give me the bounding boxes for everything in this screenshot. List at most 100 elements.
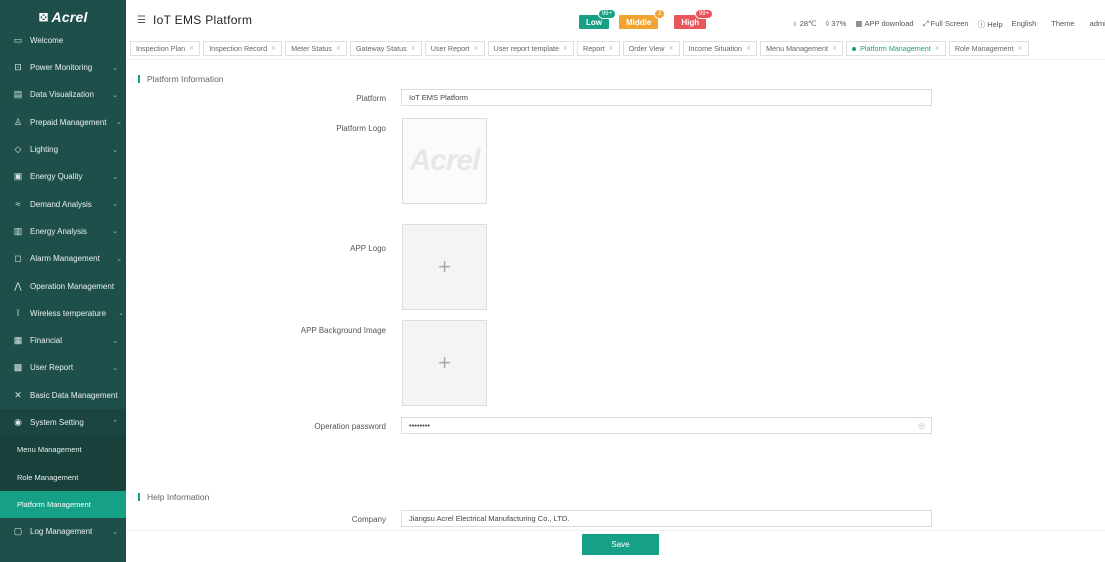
app-logo-upload[interactable]: + [402,224,487,310]
section-marker [138,493,140,501]
sidebar-item-label: Data Visualization [30,90,94,100]
chevron-down-icon: ⌄ [112,528,118,536]
tab-label: Meter Status [291,44,332,53]
close-icon[interactable]: ✕ [336,45,341,52]
close-icon[interactable]: ✕ [189,45,194,52]
tab-gateway-status[interactable]: Gateway Status ✕ [349,41,422,56]
sidebar-item-label: System Setting [30,418,84,427]
trend-icon: ≈ [15,199,21,210]
tab-label: User report template [493,44,560,53]
sidebar-item-system-setting[interactable]: ◉ System Setting ⌃ [0,408,126,437]
chevron-down-icon: ⌄ [112,337,118,345]
sidebar-item-wireless-temperature[interactable]: ǐ Wireless temperature ⌄ [0,300,126,327]
tab-inspection-plan[interactable]: Inspection Plan ✕ [130,41,201,56]
theme-button[interactable]: Theme [1051,19,1074,30]
sidebar-item-demand-analysis[interactable]: ≈ Demand Analysis ⌄ [0,190,126,217]
eye-icon[interactable]: ◎ [918,421,925,430]
sidebar-item-power-monitoring[interactable]: ⊡ Power Monitoring ⌄ [0,54,126,81]
sidebar-subitem-label: Platform Management [17,499,91,509]
tab-income-situation[interactable]: Income Situation ✕ [682,41,758,56]
menu-toggle-icon[interactable]: ☰ [137,15,146,26]
sidebar: ⊠ Acrel ▭ Welcome ⊡ Power Monitoring ⌄ ▤… [0,0,126,562]
log-icon: ▢ [13,526,23,537]
tab-user-report[interactable]: User Report ✕ [424,41,485,56]
sidebar-subitem-role-management[interactable]: Role Management [0,463,126,491]
app-download-label: APP download [864,19,914,28]
sidebar-subitem-platform-management[interactable]: Platform Management [0,490,126,519]
sidebar-item-data-visualization[interactable]: ▤ Data Visualization ⌄ [0,81,126,108]
user-menu[interactable]: administrator [1090,19,1105,30]
platform-name-input[interactable]: IoT EMS Platform [401,89,932,106]
close-icon[interactable]: ✕ [935,45,940,52]
alarm-high-badge[interactable]: High 99+ [674,9,714,29]
tab-label: Gateway Status [355,44,407,53]
language-select[interactable]: English [1012,19,1037,30]
tab-meter-status[interactable]: Meter Status ✕ [285,41,347,56]
alarm-middle-badge[interactable]: Middle 3 [619,9,666,29]
temperature-readout: ♁ 28℃ [792,19,816,30]
app-download-link[interactable]: ▦ APP download [855,19,913,30]
tab-user-report-template[interactable]: User report template ✕ [487,41,575,56]
sidebar-item-energy-quality[interactable]: ▣ Energy Quality ⌄ [0,163,126,190]
sidebar-subitem-menu-management[interactable]: Menu Management [0,436,126,464]
settings-icon: ◉ [14,417,22,427]
brand-logo[interactable]: ⊠ Acrel [0,0,126,33]
close-icon[interactable]: ✕ [1018,45,1023,52]
close-icon[interactable]: ✕ [411,45,416,52]
sidebar-item-prepaid-management[interactable]: ♙ Prepaid Management ⌄ [0,109,126,136]
alarm-low-badge[interactable]: Low 99+ [579,9,616,29]
close-icon[interactable]: ✕ [563,45,568,52]
tab-platform-management[interactable]: Platform Management ✕ [846,41,946,56]
close-icon[interactable]: ✕ [609,45,614,52]
operation-password-input[interactable]: •••••••• ◎ [401,417,932,434]
tab-label: Menu Management [766,44,829,53]
alarm-middle-label: Middle [626,17,652,27]
sidebar-item-lighting[interactable]: ◇ Lighting ⌄ [0,136,126,163]
section-marker [138,75,140,83]
help-button[interactable]: ⓘ Help [978,19,1003,30]
tab-label: Income Situation [688,44,743,53]
tab-role-management[interactable]: Role Management ✕ [948,41,1029,56]
alarm-high-label: High [681,17,700,27]
sidebar-item-energy-analysis[interactable]: ▥ Energy Analysis ⌄ [0,218,126,245]
company-label: Company [351,515,386,524]
sidebar-item-label: Lighting [30,145,59,155]
tab-menu-management[interactable]: Menu Management ✕ [760,41,844,56]
app-background-upload[interactable]: + [402,320,487,406]
tab-label: Platform Management [860,44,931,53]
tab-label: User Report [430,44,470,53]
full-screen-label: Full Screen [930,19,969,28]
sidebar-item-alarm-management[interactable]: ◻ Alarm Management ⌄ [0,245,126,272]
close-icon[interactable]: ✕ [473,45,478,52]
sidebar-item-operation-management[interactable]: ⋀ Operation Management [0,272,126,299]
tab-order-view[interactable]: Order View ✕ [622,41,680,56]
sidebar-subitem-label: Menu Management [17,445,82,455]
chevron-down-icon: ⌄ [112,64,118,72]
full-screen-button[interactable]: ⤢ Full Screen [923,19,969,30]
close-icon[interactable]: ✕ [746,45,751,52]
help-icon: ⓘ [977,20,986,29]
sidebar-item-basic-data-management[interactable]: ✕ Basic Data Management [0,382,126,409]
tab-report[interactable]: Report ✕ [577,41,620,56]
app-logo-label: APP Logo [350,244,386,253]
sidebar-item-welcome[interactable]: ▭ Welcome [0,33,126,47]
close-icon[interactable]: ✕ [832,45,837,52]
help-label: Help [987,20,1003,29]
close-icon[interactable]: ✕ [271,45,276,52]
form-footer: Save [126,530,1105,562]
platform-logo-upload[interactable]: Acrel [402,118,487,204]
sidebar-item-user-report[interactable]: ▩ User Report ⌄ [0,354,126,381]
temperature-icon: ♁ [792,19,798,28]
platform-section-label: Platform Information [147,74,224,84]
top-header: ☰ IoT EMS Platform Low 99+ Middle 3 High… [126,0,1105,41]
thermometer-icon: ǐ [17,308,19,319]
report-icon: ▩ [13,362,23,373]
platform-name-value: IoT EMS Platform [409,93,469,102]
close-icon[interactable]: ✕ [668,45,673,52]
tab-label: Order View [628,44,665,53]
tab-inspection-record[interactable]: Inspection Record ✕ [203,41,283,56]
company-input[interactable]: Jiangsu Acrel Electrical Manufacturing C… [401,510,932,527]
save-button[interactable]: Save [582,534,659,555]
sidebar-item-log-management[interactable]: ▢ Log Management ⌄ [0,518,126,545]
sidebar-item-financial[interactable]: ▦ Financial ⌄ [0,327,126,354]
